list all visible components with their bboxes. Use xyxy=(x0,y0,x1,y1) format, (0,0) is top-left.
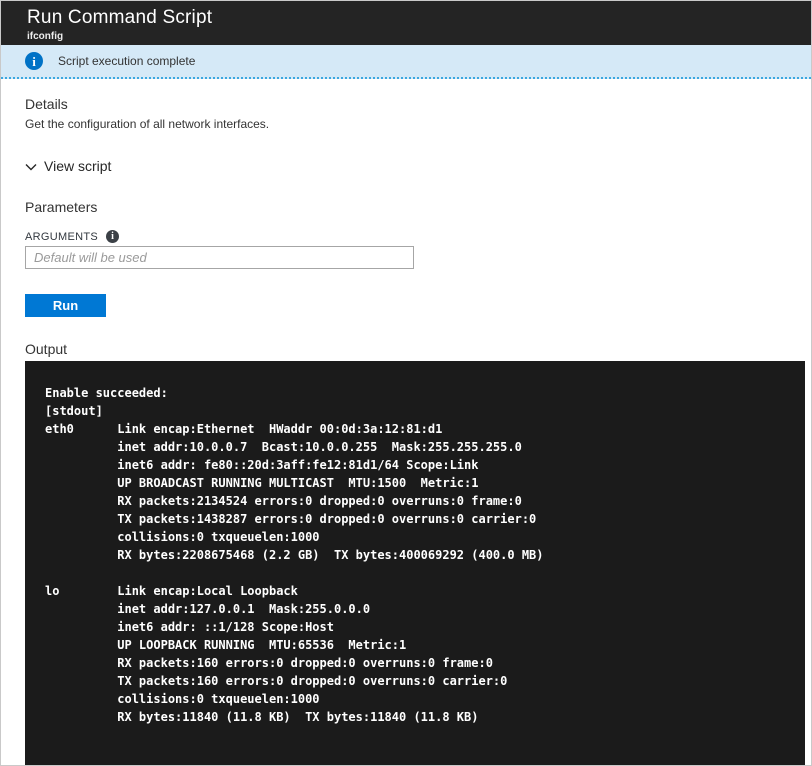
page-subtitle: ifconfig xyxy=(27,31,811,42)
console-output[interactable]: Enable succeeded: [stdout] eth0 Link enc… xyxy=(25,361,805,766)
arguments-info-icon[interactable] xyxy=(106,230,119,243)
page-title: Run Command Script xyxy=(27,1,811,27)
chevron-down-icon xyxy=(25,160,37,172)
info-icon xyxy=(25,52,43,70)
blade-content: Details Get the configuration of all net… xyxy=(1,79,811,766)
output-heading: Output xyxy=(25,341,787,357)
parameters-heading: Parameters xyxy=(25,199,787,215)
blade-header: Run Command Script ifconfig xyxy=(1,1,811,45)
arguments-label-row: ARGUMENTS xyxy=(25,230,787,243)
view-script-toggle[interactable]: View script xyxy=(25,158,111,174)
arguments-input[interactable] xyxy=(25,246,414,269)
arguments-label: ARGUMENTS xyxy=(25,231,98,243)
status-banner: Script execution complete xyxy=(1,45,811,79)
run-command-script-blade: Run Command Script ifconfig Script execu… xyxy=(0,0,812,766)
details-heading: Details xyxy=(25,79,787,112)
details-description: Get the configuration of all network int… xyxy=(25,117,787,131)
view-script-label: View script xyxy=(44,158,111,174)
run-button[interactable]: Run xyxy=(25,294,106,317)
status-message: Script execution complete xyxy=(58,54,195,68)
console-text: Enable succeeded: [stdout] eth0 Link enc… xyxy=(25,361,805,766)
